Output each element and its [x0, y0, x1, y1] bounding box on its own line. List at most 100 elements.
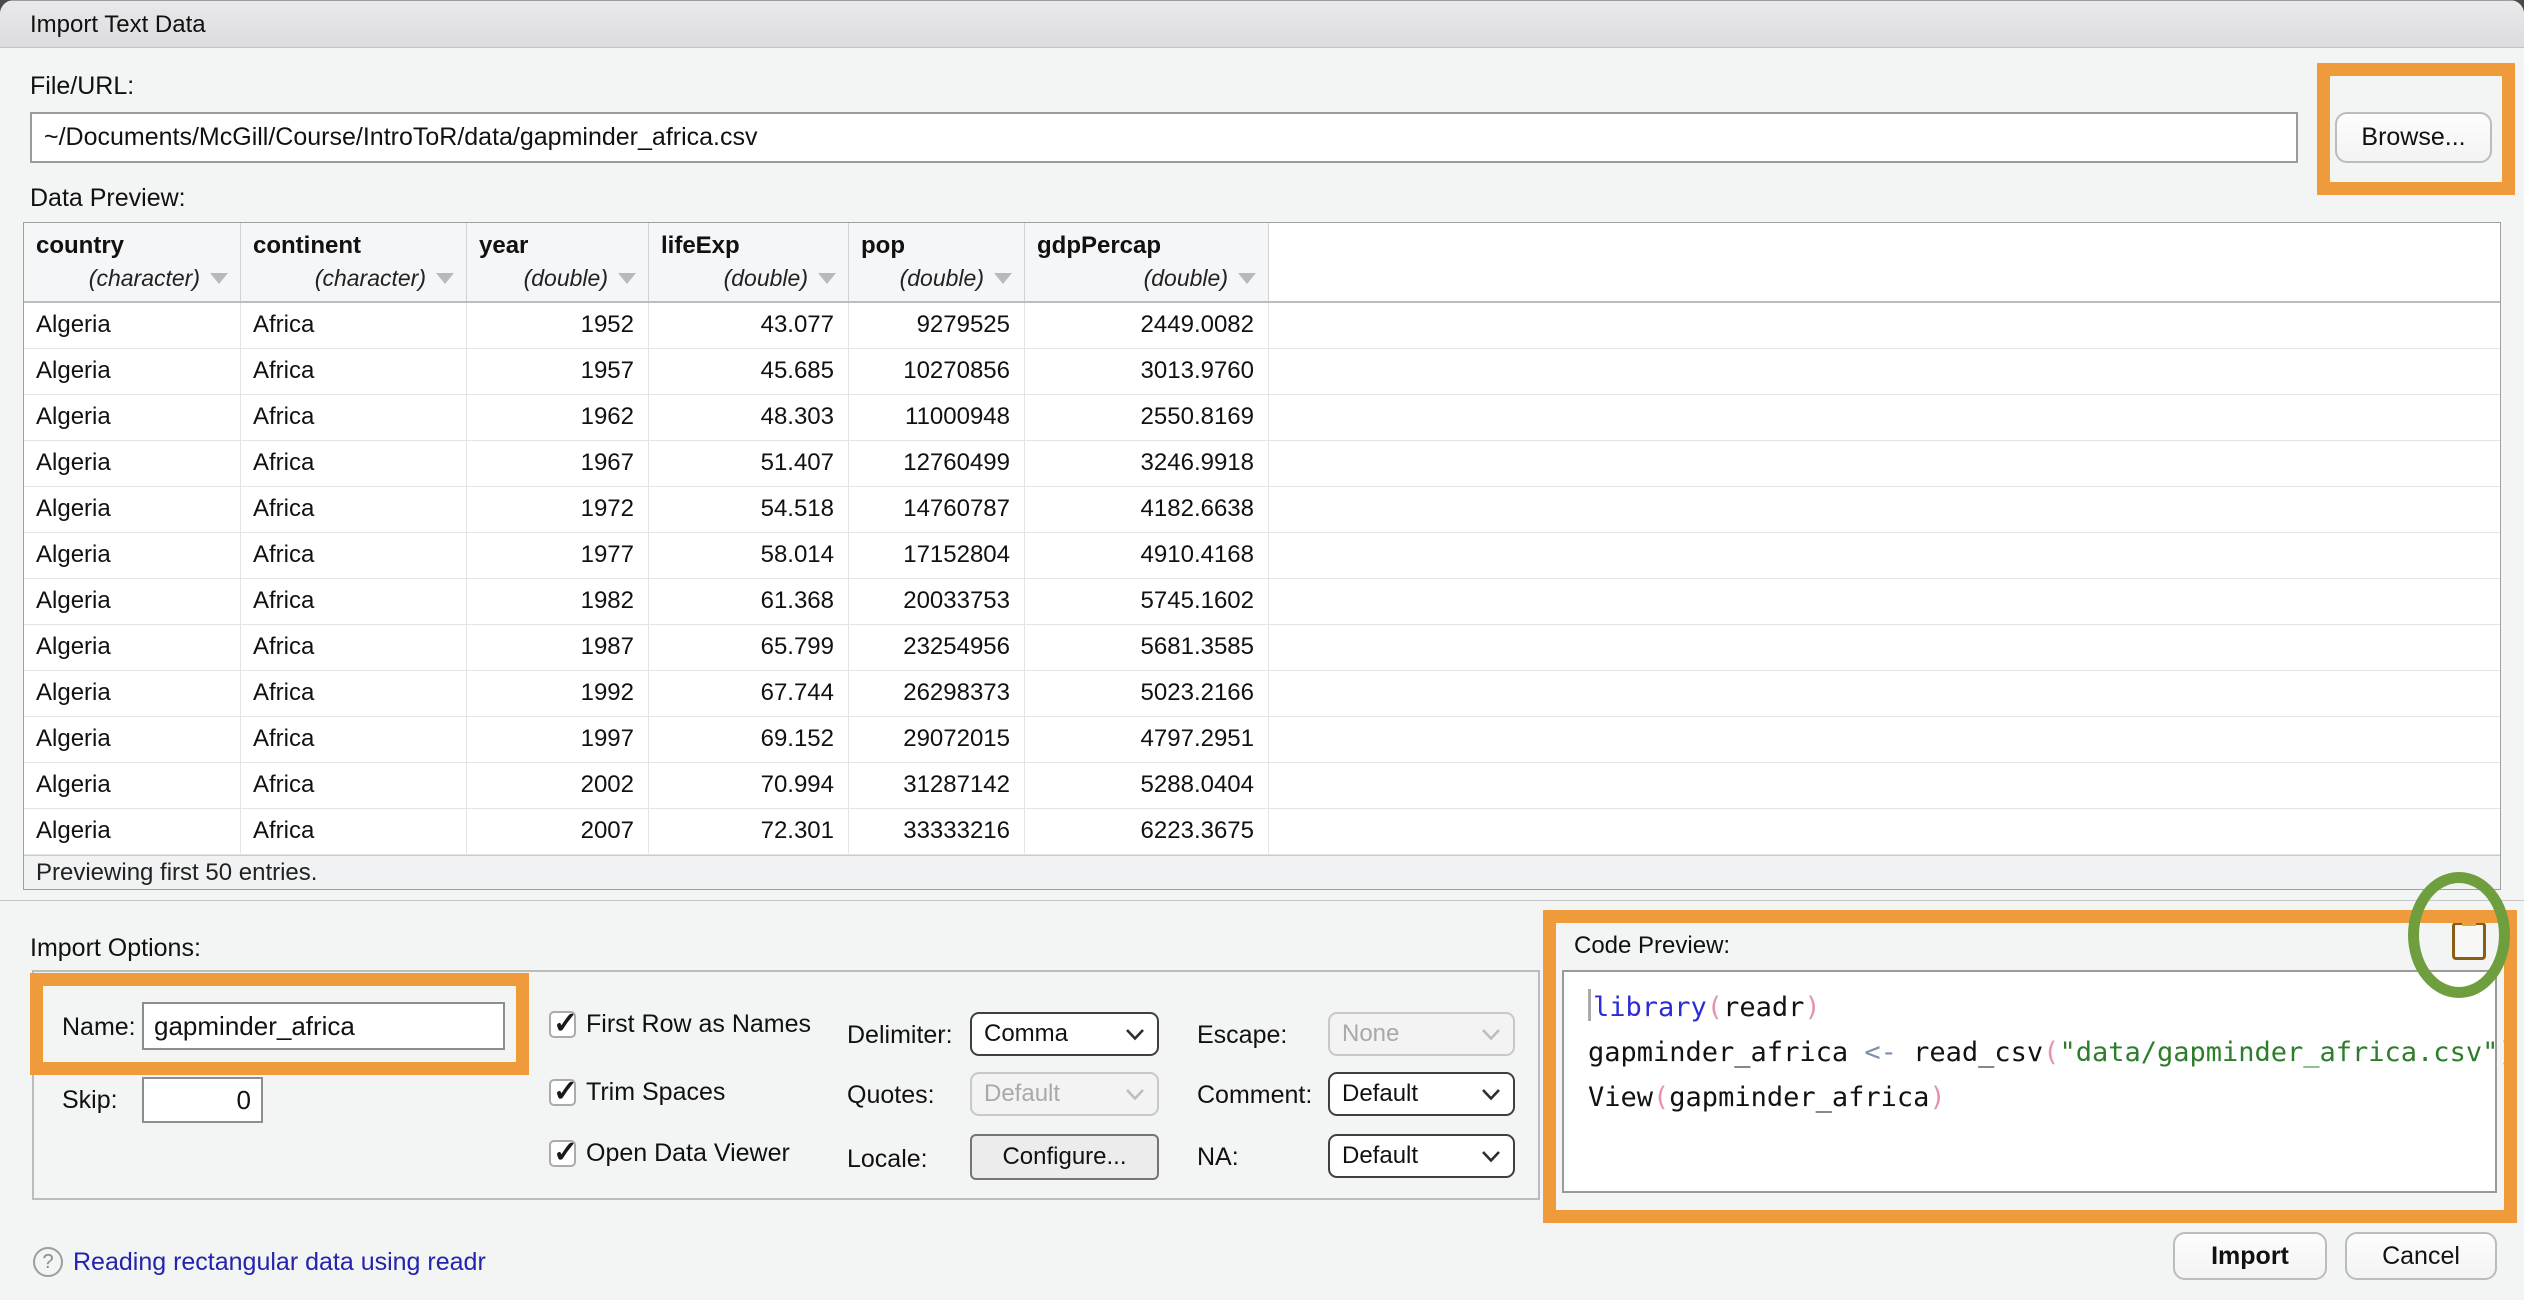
table-cell: 69.152 [649, 717, 849, 762]
table-cell: 4797.2951 [1025, 717, 1269, 762]
code-token: ) [2498, 1037, 2514, 1068]
table-cell: 70.994 [649, 763, 849, 808]
code-token: library [1593, 992, 1707, 1023]
table-cell: 45.685 [649, 349, 849, 394]
table-cell: 1977 [467, 533, 649, 578]
comment-select[interactable]: Default [1328, 1072, 1515, 1116]
first-row-as-names-checkbox[interactable]: ✓ [549, 1011, 576, 1038]
table-cell: Algeria [24, 671, 241, 716]
code-token: <- [1864, 1037, 1897, 1068]
table-cell: 6223.3675 [1025, 809, 1269, 854]
delimiter-select[interactable]: Comma [970, 1012, 1159, 1056]
table-cell: 10270856 [849, 349, 1025, 394]
table-cell: 17152804 [849, 533, 1025, 578]
copy-code-clipboard-icon[interactable] [2452, 922, 2486, 960]
column-header-gdpPercap[interactable]: gdpPercap(double) [1025, 223, 1269, 301]
column-header-continent[interactable]: continent(character) [241, 223, 467, 301]
table-cell: 1972 [467, 487, 649, 532]
name-input[interactable] [142, 1002, 505, 1050]
locale-configure-button[interactable]: Configure... [970, 1134, 1159, 1180]
column-menu-triangle-icon[interactable] [618, 273, 636, 284]
table-cell: 4910.4168 [1025, 533, 1269, 578]
code-token: gapminder_africa [1588, 1037, 1864, 1068]
code-preview-box: library(readr)gapminder_africa <- read_c… [1562, 970, 2497, 1193]
table-cell: Africa [241, 579, 467, 624]
column-type: (double) [724, 265, 808, 292]
table-cell: 11000948 [849, 395, 1025, 440]
open-data-viewer-checkbox[interactable]: ✓ [549, 1140, 576, 1167]
table-cell: 2007 [467, 809, 649, 854]
column-menu-triangle-icon[interactable] [210, 273, 228, 284]
chevron-down-icon [1125, 1028, 1145, 1041]
table-cell: Africa [241, 487, 467, 532]
import-button[interactable]: Import [2173, 1232, 2327, 1280]
column-header-pop[interactable]: pop(double) [849, 223, 1025, 301]
table-cell: 23254956 [849, 625, 1025, 670]
cancel-button[interactable]: Cancel [2345, 1232, 2497, 1280]
column-header-lifeExp[interactable]: lifeExp(double) [649, 223, 849, 301]
trim-spaces-label: Trim Spaces [586, 1078, 725, 1107]
table-cell: 43.077 [649, 303, 849, 348]
section-divider [0, 900, 2524, 901]
help-question-icon[interactable]: ? [33, 1247, 63, 1277]
table-cell: 5745.1602 [1025, 579, 1269, 624]
table-cell: Algeria [24, 349, 241, 394]
browse-button[interactable]: Browse... [2335, 112, 2492, 163]
code-token: read_csv [1897, 1037, 2043, 1068]
table-row: AlgeriaAfrica196248.303110009482550.8169 [24, 395, 2500, 441]
table-cell: 9279525 [849, 303, 1025, 348]
locale-label: Locale: [847, 1145, 928, 1174]
import-text-data-dialog: Import Text Data File/URL: Browse... Dat… [0, 0, 2524, 1300]
column-menu-triangle-icon[interactable] [818, 273, 836, 284]
table-cell: 31287142 [849, 763, 1025, 808]
column-header-year[interactable]: year(double) [467, 223, 649, 301]
table-row: AlgeriaAfrica197254.518147607874182.6638 [24, 487, 2500, 533]
table-cell: 1952 [467, 303, 649, 348]
table-cell: Algeria [24, 717, 241, 762]
skip-input[interactable] [142, 1077, 263, 1123]
name-label: Name: [62, 1013, 136, 1042]
import-options-label: Import Options: [30, 934, 201, 963]
table-cell: Algeria [24, 763, 241, 808]
code-token: ( [2043, 1037, 2059, 1068]
chevron-down-icon [1481, 1088, 1501, 1101]
column-menu-triangle-icon[interactable] [1238, 273, 1256, 284]
code-token: gapminder_africa [1669, 1082, 1929, 1113]
file-url-input[interactable] [30, 112, 2298, 163]
na-select[interactable]: Default [1328, 1134, 1515, 1178]
table-cell: 1987 [467, 625, 649, 670]
table-cell: 48.303 [649, 395, 849, 440]
help-link[interactable]: Reading rectangular data using readr [73, 1247, 486, 1277]
table-cell: 65.799 [649, 625, 849, 670]
escape-label: Escape: [1197, 1021, 1287, 1050]
trim-spaces-checkbox[interactable]: ✓ [549, 1079, 576, 1106]
table-cell: Africa [241, 671, 467, 716]
table-header-row: country(character)continent(character)ye… [24, 223, 2500, 303]
column-type: (double) [900, 265, 984, 292]
dialog-title: Import Text Data [30, 1, 206, 48]
table-cell: 58.014 [649, 533, 849, 578]
comment-value: Default [1342, 1080, 1418, 1108]
column-type: (character) [89, 265, 200, 292]
data-preview-table: country(character)continent(character)ye… [23, 222, 2501, 890]
table-cell: Africa [241, 763, 467, 808]
chevron-down-icon [1125, 1088, 1145, 1101]
table-row: AlgeriaAfrica198261.368200337535745.1602 [24, 579, 2500, 625]
column-menu-triangle-icon[interactable] [436, 273, 454, 284]
escape-value: None [1342, 1020, 1399, 1048]
na-value: Default [1342, 1142, 1418, 1170]
column-menu-triangle-icon[interactable] [994, 273, 1012, 284]
table-cell: Algeria [24, 809, 241, 854]
table-cell: 72.301 [649, 809, 849, 854]
table-cell: Africa [241, 717, 467, 762]
table-cell: 29072015 [849, 717, 1025, 762]
table-cell: Algeria [24, 487, 241, 532]
table-cell: Africa [241, 809, 467, 854]
checkmark-icon: ✓ [553, 1135, 578, 1170]
table-cell: 67.744 [649, 671, 849, 716]
column-header-country[interactable]: country(character) [24, 223, 241, 301]
table-row: AlgeriaAfrica195243.07792795252449.0082 [24, 303, 2500, 349]
table-cell: Algeria [24, 303, 241, 348]
table-cell: 20033753 [849, 579, 1025, 624]
code-token: View [1588, 1082, 1653, 1113]
